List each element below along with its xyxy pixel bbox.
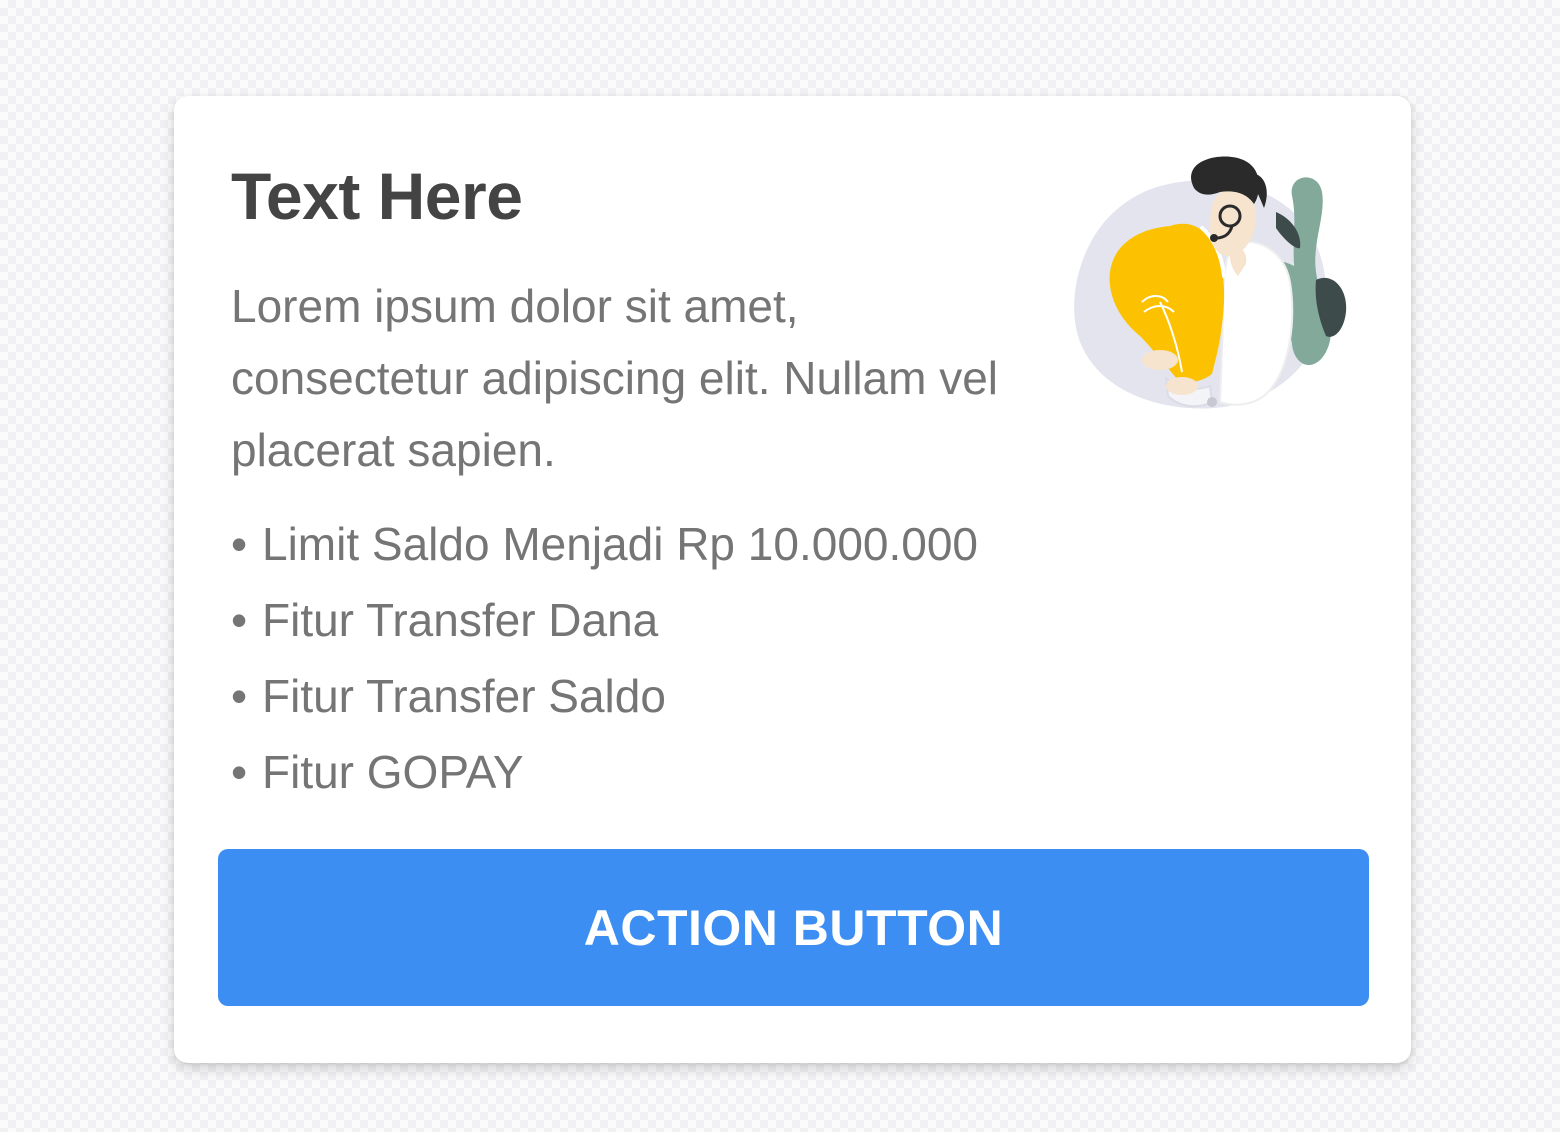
feature-item: • Fitur Transfer Saldo	[231, 658, 978, 734]
feature-label: Limit Saldo Menjadi Rp 10.000.000	[262, 518, 979, 570]
card-title: Text Here	[231, 159, 523, 233]
feature-item: • Fitur GOPAY	[231, 734, 978, 810]
feature-label: Fitur Transfer Dana	[262, 594, 659, 646]
card-description: Lorem ipsum dolor sit amet, consectetur …	[231, 280, 999, 476]
bullet-icon: •	[231, 746, 248, 798]
info-card: Text Here Lorem ipsum dolor sit amet, co…	[174, 96, 1411, 1063]
feature-item: • Limit Saldo Menjadi Rp 10.000.000	[231, 506, 978, 582]
bullet-icon: •	[231, 594, 248, 646]
feature-item: • Fitur Transfer Dana	[231, 582, 978, 658]
action-button[interactable]: ACTION BUTTON	[218, 849, 1369, 1006]
feature-label: Fitur Transfer Saldo	[262, 670, 666, 722]
bullet-icon: •	[231, 670, 248, 722]
feature-list: • Limit Saldo Menjadi Rp 10.000.000 • Fitu…	[231, 506, 978, 810]
lightbulb-illustration-icon	[1070, 152, 1360, 422]
bullet-icon: •	[231, 518, 248, 570]
feature-label: Fitur GOPAY	[262, 746, 524, 798]
